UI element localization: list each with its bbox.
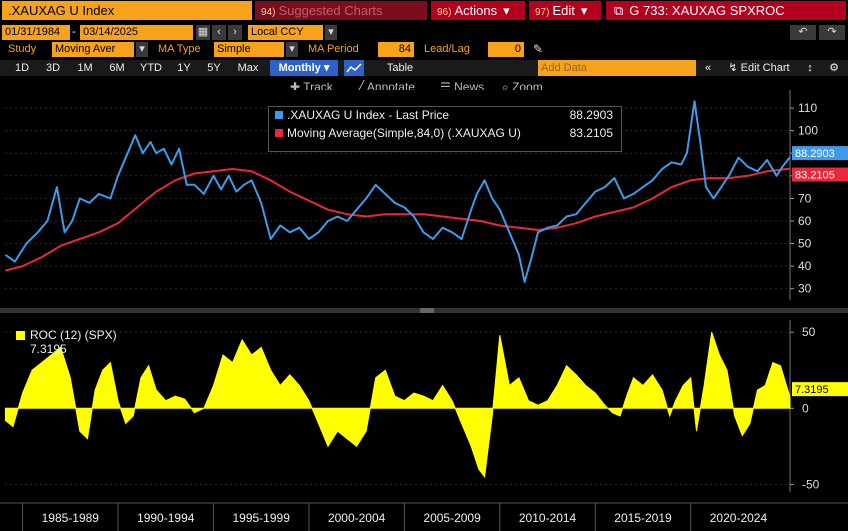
price-y-tick-label: 100 [798,124,818,138]
chart-canvas[interactable]: 3040506070809010011083.210588.2903 -5005… [0,0,848,531]
x-axis-tick-label: 2005-2009 [423,511,481,525]
ma-legend-value: 83.2105 [569,126,613,140]
roc-legend-swatch [16,331,25,340]
ma-last-value-tag: 83.2105 [795,170,835,182]
x-axis-tick-label: 2010-2014 [519,511,577,525]
x-axis-tick-label: 1995-1999 [232,511,290,525]
price-legend-swatch [275,111,283,119]
price-legend-label: .XAUXAG U Index - Last Price [287,108,450,122]
price-y-tick-label: 110 [798,101,817,115]
x-axis-tick-label: 2020-2024 [710,511,768,525]
roc-legend: ROC (12) (SPX) 7.3195 [6,327,156,356]
roc-legend-value: 7.3195 [30,342,67,356]
ma-legend-swatch [275,129,283,137]
ma-legend-label: Moving Average(Simple,84,0) (.XAUXAG U) [287,126,521,140]
roc-legend-name: ROC (12) (SPX) [30,328,117,342]
x-axis: 1985-1989 1990-1994 1995-1999 2000-2004 2005… [0,502,848,531]
price-legend: .XAUXAG U Index - Last Price 88.2903 Mov… [268,106,622,152]
x-axis-tick-label: 1990-1994 [137,511,195,525]
x-axis-tick-label: 2000-2004 [328,511,386,525]
panel-divider-handle [420,308,434,313]
x-axis-tick-label: 2015-2019 [614,511,672,525]
x-axis-tick-label: 1985-1989 [42,511,100,525]
roc-y-tick-label: 50 [802,325,816,339]
roc-legend-label: ROC (12) (SPX) 7.3195 [30,328,156,356]
price-y-tick-label: 70 [798,191,812,205]
price-y-tick-label: 40 [798,259,812,273]
price-y-tick-label: 60 [798,214,812,228]
roc-y-tick-label: -50 [802,477,820,491]
roc-last-value-tag: 7.3195 [795,384,829,396]
price-legend-value: 88.2903 [569,108,613,122]
price-last-value-tag: 88.2903 [795,148,835,160]
price-y-tick-label: 50 [798,237,812,251]
price-y-tick-label: 30 [798,282,812,296]
roc-y-tick-label: 0 [802,401,809,415]
